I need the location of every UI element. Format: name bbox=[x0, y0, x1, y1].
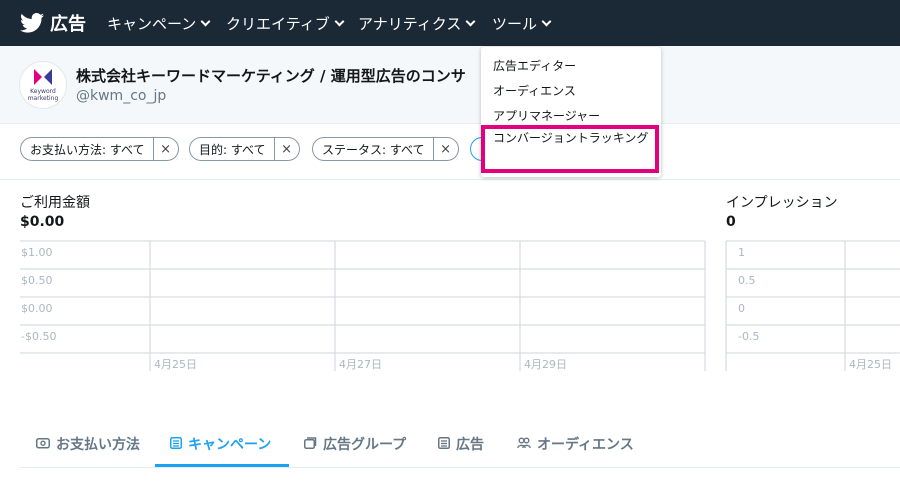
account-header: Keyword marketing 株式会社キーワードマーケティング / 運用型… bbox=[0, 46, 900, 124]
metrics-charts: $1.00 $0.50 $0.00 -$0.50 4月25日 4月27日 4月29日 1 0.5… bbox=[20, 240, 900, 371]
tab-audiences[interactable]: オーディエンス bbox=[517, 434, 634, 466]
filter-chip-payment[interactable]: お支払い方法: すべて × bbox=[20, 137, 179, 161]
filter-chip-label: ステータス: すべて bbox=[313, 138, 434, 160]
twitter-bird-icon bbox=[20, 13, 44, 33]
y-tick-label: 0.5 bbox=[738, 274, 756, 287]
metric-spend-value: $0.00 bbox=[20, 214, 65, 230]
tab-label: 広告 bbox=[456, 437, 484, 453]
y-tick-label: -0.5 bbox=[738, 330, 759, 343]
y-tick-label: $0.00 bbox=[21, 302, 53, 315]
tab-ad-groups[interactable]: 広告グループ bbox=[304, 434, 406, 466]
nav-tools-label: ツール bbox=[492, 14, 538, 33]
menu-item-audiences[interactable]: オーディエンス bbox=[493, 82, 576, 99]
credit-card-icon bbox=[36, 438, 50, 449]
nav-analytics-label: アナリティクス bbox=[358, 14, 462, 33]
top-nav-bar: 広告 キャンペーン クリエイティブ アナリティクス ツール bbox=[0, 0, 900, 46]
active-tab-indicator bbox=[155, 464, 289, 467]
account-handle: @kwm_co_jp bbox=[76, 88, 167, 104]
close-icon[interactable]: × bbox=[154, 142, 178, 157]
avatar[interactable]: Keyword marketing bbox=[19, 61, 67, 109]
charts-area: $1.00 $0.50 $0.00 -$0.50 4月25日 4月27日 4月29日 1 0.5… bbox=[0, 235, 900, 375]
x-tick-label: 4月27日 bbox=[339, 358, 382, 371]
tab-label: お支払い方法 bbox=[56, 437, 140, 453]
audience-icon bbox=[517, 437, 531, 449]
chevron-down-icon bbox=[465, 16, 476, 26]
account-name: 株式会社キーワードマーケティング / 運用型広告のコンサ bbox=[76, 67, 466, 85]
y-tick-label: $1.00 bbox=[21, 246, 53, 259]
x-tick-label: 4月25日 bbox=[849, 358, 892, 371]
brand[interactable]: 広告 bbox=[20, 10, 86, 36]
tab-label: 広告グループ bbox=[323, 437, 407, 453]
filter-chip-label: 目的: すべて bbox=[190, 138, 275, 160]
chevron-down-icon bbox=[334, 16, 345, 26]
y-tick-label: 0 bbox=[738, 302, 745, 315]
chevron-down-icon bbox=[200, 16, 211, 26]
tab-label: キャンペーン bbox=[188, 437, 272, 453]
nav-campaigns[interactable]: キャンペーン bbox=[107, 12, 211, 34]
filter-chip-objective[interactable]: 目的: すべて × bbox=[189, 137, 300, 161]
nav-campaigns-label: キャンペーン bbox=[107, 14, 197, 33]
metric-impressions-value: 0 bbox=[726, 214, 736, 230]
y-tick-label: $0.50 bbox=[21, 274, 53, 287]
x-tick-label: 4月25日 bbox=[154, 358, 197, 371]
filter-chip-status[interactable]: ステータス: すべて × bbox=[312, 137, 459, 161]
tab-ads[interactable]: 広告 bbox=[438, 434, 484, 466]
metric-spend-title: ご利用金額 bbox=[20, 195, 90, 211]
campaign-icon bbox=[170, 437, 182, 449]
close-icon[interactable]: × bbox=[434, 142, 458, 157]
close-icon[interactable]: × bbox=[275, 142, 299, 157]
nav-creatives-label: クリエイティブ bbox=[226, 14, 330, 33]
nav-tools[interactable]: ツール bbox=[492, 12, 552, 34]
ad-icon bbox=[438, 437, 450, 449]
tab-funding-sources[interactable]: お支払い方法 bbox=[36, 434, 140, 466]
nav-analytics[interactable]: アナリティクス bbox=[358, 12, 476, 34]
logo-text: marketing bbox=[27, 95, 59, 102]
brand-label: 広告 bbox=[50, 14, 86, 35]
metric-impressions-title: インプレッション bbox=[726, 195, 838, 211]
highlight-box bbox=[481, 125, 659, 173]
filter-bar: お支払い方法: すべて × 目的: すべて × ステータス: すべて × bbox=[0, 124, 900, 180]
company-logo-icon bbox=[34, 69, 52, 85]
entity-tabs: お支払い方法 キャンペーン 広告グループ 広告 オーディエンス bbox=[20, 420, 900, 468]
tab-campaigns[interactable]: キャンペーン bbox=[170, 434, 271, 466]
ad-group-icon bbox=[304, 437, 317, 449]
filter-chip-label: お支払い方法: すべて bbox=[21, 138, 154, 160]
y-tick-label: -$0.50 bbox=[21, 330, 56, 343]
logo-text: Keyword bbox=[30, 88, 56, 95]
y-tick-label: 1 bbox=[738, 246, 745, 259]
x-tick-label: 4月29日 bbox=[524, 358, 567, 371]
tab-label: オーディエンス bbox=[537, 437, 634, 453]
menu-item-app-manager[interactable]: アプリマネージャー bbox=[493, 107, 600, 124]
chevron-down-icon bbox=[541, 16, 552, 26]
nav-creatives[interactable]: クリエイティブ bbox=[226, 12, 345, 34]
menu-item-ad-editor[interactable]: 広告エディター bbox=[493, 57, 576, 74]
